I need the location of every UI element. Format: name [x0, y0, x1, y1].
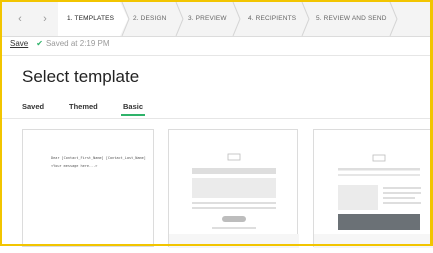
tabs-divider — [2, 118, 430, 119]
step-preview[interactable]: 3. PREVIEW — [188, 2, 227, 36]
page-title: Select template — [22, 67, 140, 86]
tab-themed[interactable]: Themed — [69, 102, 98, 112]
chevron-left-icon[interactable]: ‹ — [10, 2, 30, 36]
template-thumbnail — [314, 154, 433, 248]
step-separator — [175, 2, 184, 36]
step-design[interactable]: 2. DESIGN — [133, 2, 167, 36]
step-separator — [121, 2, 130, 36]
step-separator — [389, 2, 398, 36]
tab-saved[interactable]: Saved — [22, 102, 44, 112]
save-status: Save ✔ Saved at 2:19 PM — [10, 38, 110, 50]
step-templates[interactable]: 1. TEMPLATES — [67, 2, 114, 36]
tab-basic[interactable]: Basic — [123, 102, 143, 112]
chevron-right-icon[interactable]: › — [35, 2, 55, 36]
template-card-side-image[interactable] — [313, 129, 433, 248]
template-thumbnail — [169, 153, 299, 248]
step-recipients[interactable]: 4. RECIPIENTS — [248, 2, 296, 36]
step-separator — [301, 2, 310, 36]
active-tab-indicator — [121, 114, 145, 116]
template-preview-line: Dear [Contact_First_Name] [Contact_Last_… — [51, 156, 146, 160]
saved-timestamp: Saved at 2:19 PM — [45, 39, 110, 48]
step-separator — [232, 2, 241, 36]
check-icon: ✔ — [36, 39, 43, 48]
step-review-and-send[interactable]: 5. REVIEW AND SEND — [316, 2, 387, 36]
template-preview-line: <Your message here...> — [51, 164, 98, 168]
wizard-steps-bar: ‹ › 1. TEMPLATES 2. DESIGN 3. PREVIEW 4.… — [2, 2, 430, 37]
template-card-centered[interactable] — [168, 129, 299, 248]
divider — [2, 55, 430, 56]
template-card-plain-text[interactable]: Dear [Contact_First_Name] [Contact_Last_… — [22, 129, 154, 247]
save-link[interactable]: Save — [10, 39, 28, 48]
